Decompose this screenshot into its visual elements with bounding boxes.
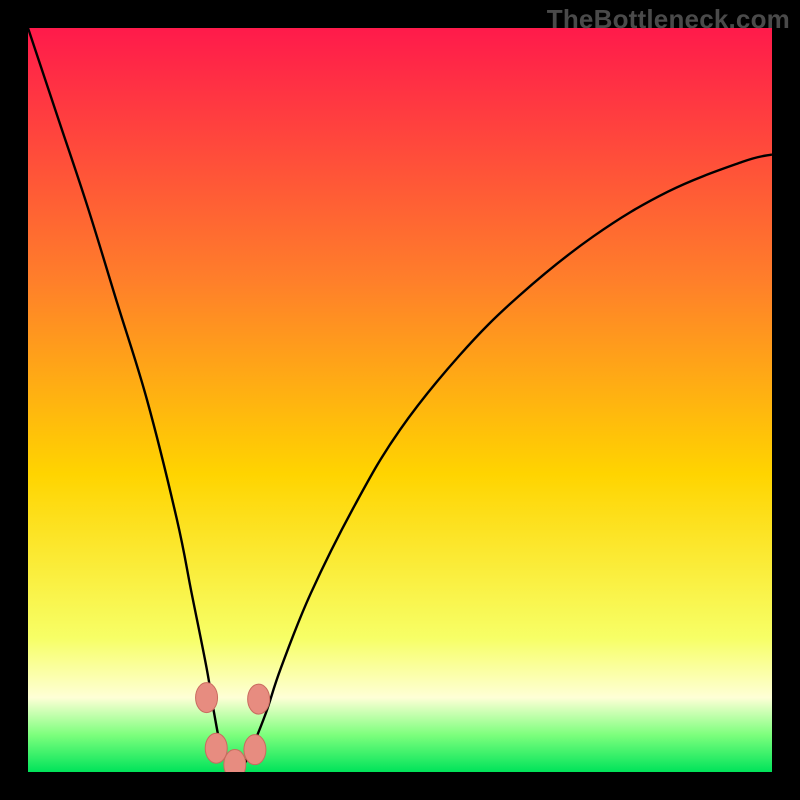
outer-frame: TheBottleneck.com bbox=[0, 0, 800, 800]
curve-marker bbox=[205, 733, 227, 763]
watermark-text: TheBottleneck.com bbox=[547, 4, 790, 35]
plot-area bbox=[28, 28, 772, 772]
curve-marker bbox=[248, 684, 270, 714]
curve-marker bbox=[196, 683, 218, 713]
gradient-background bbox=[28, 28, 772, 772]
curve-marker bbox=[244, 735, 266, 765]
bottleneck-chart bbox=[28, 28, 772, 772]
